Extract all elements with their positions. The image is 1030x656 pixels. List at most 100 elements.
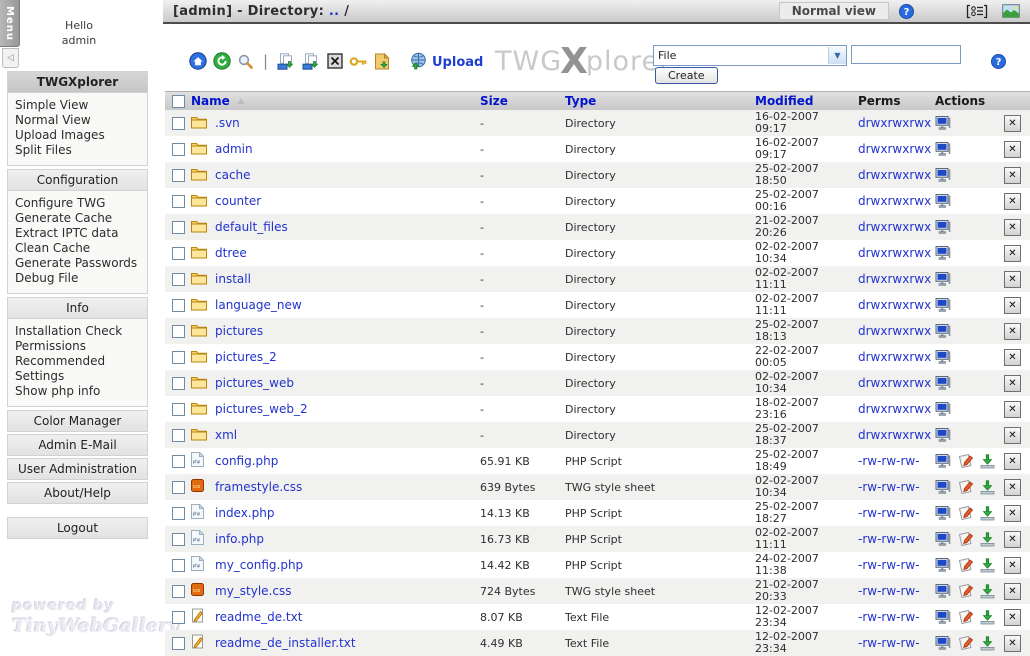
delete-icon[interactable]: ✕ bbox=[1004, 401, 1021, 418]
view-file-icon[interactable] bbox=[935, 557, 952, 573]
row-checkbox[interactable] bbox=[172, 117, 185, 130]
sidebar-item[interactable]: Extract IPTC data bbox=[15, 226, 145, 241]
sort-by-size-header[interactable]: Size bbox=[480, 94, 508, 108]
sidebar-item[interactable]: Upload Images bbox=[15, 128, 145, 143]
create-button[interactable]: Create bbox=[655, 67, 718, 84]
view-file-icon[interactable] bbox=[935, 219, 952, 235]
view-file-icon[interactable] bbox=[935, 115, 952, 131]
sidebar-item[interactable]: Generate Passwords bbox=[15, 256, 145, 271]
download-icon[interactable] bbox=[980, 480, 995, 495]
copy-files-icon[interactable] bbox=[277, 53, 296, 70]
edit-icon[interactable] bbox=[958, 479, 974, 495]
row-checkbox[interactable] bbox=[172, 429, 185, 442]
sort-by-type-header[interactable]: Type bbox=[565, 94, 596, 108]
file-name-link[interactable]: language_new bbox=[215, 298, 302, 312]
file-name-link[interactable]: admin bbox=[215, 142, 253, 156]
edit-icon[interactable] bbox=[958, 557, 974, 573]
delete-icon[interactable]: ✕ bbox=[1004, 635, 1021, 652]
perms-link[interactable]: -rw-rw-rw- bbox=[858, 584, 920, 598]
sidebar-item[interactable]: Recommended Settings bbox=[15, 354, 145, 384]
perms-link[interactable]: drwxrwxrwx bbox=[858, 168, 931, 182]
sidebar-item[interactable]: Split Files bbox=[15, 143, 145, 158]
perms-link[interactable]: -rw-rw-rw- bbox=[858, 558, 920, 572]
sidebar-item[interactable]: Simple View bbox=[15, 98, 145, 113]
logout-button[interactable]: Logout bbox=[7, 517, 148, 539]
perms-link[interactable]: -rw-rw-rw- bbox=[858, 506, 920, 520]
download-icon[interactable] bbox=[980, 532, 995, 547]
view-file-icon[interactable] bbox=[935, 349, 952, 365]
delete-icon[interactable]: ✕ bbox=[1004, 297, 1021, 314]
view-file-icon[interactable] bbox=[935, 453, 952, 469]
view-file-icon[interactable] bbox=[935, 505, 952, 521]
row-checkbox[interactable] bbox=[172, 637, 185, 650]
perms-link[interactable]: -rw-rw-rw- bbox=[858, 610, 920, 624]
file-name-link[interactable]: .svn bbox=[215, 116, 240, 130]
file-name-link[interactable]: pictures_web_2 bbox=[215, 402, 308, 416]
perms-link[interactable]: drwxrwxrwx bbox=[858, 142, 931, 156]
parent-directory-link[interactable]: .. bbox=[329, 4, 339, 19]
view-file-icon[interactable] bbox=[935, 141, 952, 157]
delete-icon[interactable]: ✕ bbox=[1004, 557, 1021, 574]
refresh-icon[interactable] bbox=[213, 52, 231, 70]
view-file-icon[interactable] bbox=[935, 297, 952, 313]
sidebar-item-color-manager[interactable]: Color Manager bbox=[7, 410, 148, 432]
perms-link[interactable]: -rw-rw-rw- bbox=[858, 532, 920, 546]
perms-link[interactable]: drwxrwxrwx bbox=[858, 246, 931, 260]
file-name-link[interactable]: framestyle.css bbox=[215, 480, 302, 494]
delete-icon[interactable]: ✕ bbox=[1004, 479, 1021, 496]
sidebar-item[interactable]: Configure TWG bbox=[15, 196, 145, 211]
perms-link[interactable]: drwxrwxrwx bbox=[858, 298, 931, 312]
download-icon[interactable] bbox=[980, 506, 995, 521]
sidebar-item-user-administration[interactable]: User Administration bbox=[7, 458, 148, 480]
file-name-link[interactable]: info.php bbox=[215, 532, 264, 546]
row-checkbox[interactable] bbox=[172, 247, 185, 260]
sidebar-item[interactable]: Show php info bbox=[15, 384, 145, 399]
sidebar-item[interactable]: Generate Cache bbox=[15, 211, 145, 226]
edit-icon[interactable] bbox=[958, 635, 974, 651]
row-checkbox[interactable] bbox=[172, 351, 185, 364]
search-icon[interactable] bbox=[237, 53, 254, 70]
delete-icon[interactable]: ✕ bbox=[1004, 323, 1021, 340]
delete-icon[interactable]: ✕ bbox=[1004, 219, 1021, 236]
file-name-link[interactable]: config.php bbox=[215, 454, 278, 468]
download-icon[interactable] bbox=[980, 584, 995, 599]
perms-link[interactable]: -rw-rw-rw- bbox=[858, 454, 920, 468]
view-file-icon[interactable] bbox=[935, 323, 952, 339]
file-name-link[interactable]: readme_de.txt bbox=[215, 610, 302, 624]
archive-icon[interactable] bbox=[374, 53, 390, 70]
home-icon[interactable] bbox=[189, 52, 207, 70]
row-checkbox[interactable] bbox=[172, 455, 185, 468]
move-files-icon[interactable] bbox=[302, 53, 321, 70]
file-name-link[interactable]: install bbox=[215, 272, 251, 286]
row-checkbox[interactable] bbox=[172, 169, 185, 182]
file-name-link[interactable]: counter bbox=[215, 194, 261, 208]
file-name-link[interactable]: cache bbox=[215, 168, 251, 182]
row-checkbox[interactable] bbox=[172, 585, 185, 598]
row-checkbox[interactable] bbox=[172, 559, 185, 572]
file-name-link[interactable]: default_files bbox=[215, 220, 288, 234]
row-checkbox[interactable] bbox=[172, 481, 185, 494]
select-all-checkbox[interactable] bbox=[172, 95, 185, 108]
delete-icon[interactable]: ✕ bbox=[1004, 531, 1021, 548]
file-name-link[interactable]: pictures_2 bbox=[215, 350, 277, 364]
download-icon[interactable] bbox=[980, 558, 995, 573]
file-name-link[interactable]: pictures_web bbox=[215, 376, 294, 390]
delete-icon[interactable]: ✕ bbox=[1004, 115, 1021, 132]
view-file-icon[interactable] bbox=[935, 479, 952, 495]
create-type-select[interactable]: File ▼ bbox=[653, 45, 847, 66]
edit-icon[interactable] bbox=[958, 505, 974, 521]
perms-link[interactable]: drwxrwxrwx bbox=[858, 428, 931, 442]
sidebar-item[interactable]: Clean Cache bbox=[15, 241, 145, 256]
delete-icon[interactable]: ✕ bbox=[1004, 193, 1021, 210]
view-file-icon[interactable] bbox=[935, 193, 952, 209]
perms-link[interactable]: drwxrwxrwx bbox=[858, 272, 931, 286]
row-checkbox[interactable] bbox=[172, 377, 185, 390]
row-checkbox[interactable] bbox=[172, 325, 185, 338]
file-name-link[interactable]: my_style.css bbox=[215, 584, 291, 598]
help-icon[interactable]: ? bbox=[899, 4, 914, 19]
delete-icon[interactable]: ✕ bbox=[1004, 453, 1021, 470]
sidebar-item[interactable]: Permissions bbox=[15, 339, 145, 354]
row-checkbox[interactable] bbox=[172, 403, 185, 416]
perms-link[interactable]: drwxrwxrwx bbox=[858, 116, 931, 130]
row-checkbox[interactable] bbox=[172, 273, 185, 286]
